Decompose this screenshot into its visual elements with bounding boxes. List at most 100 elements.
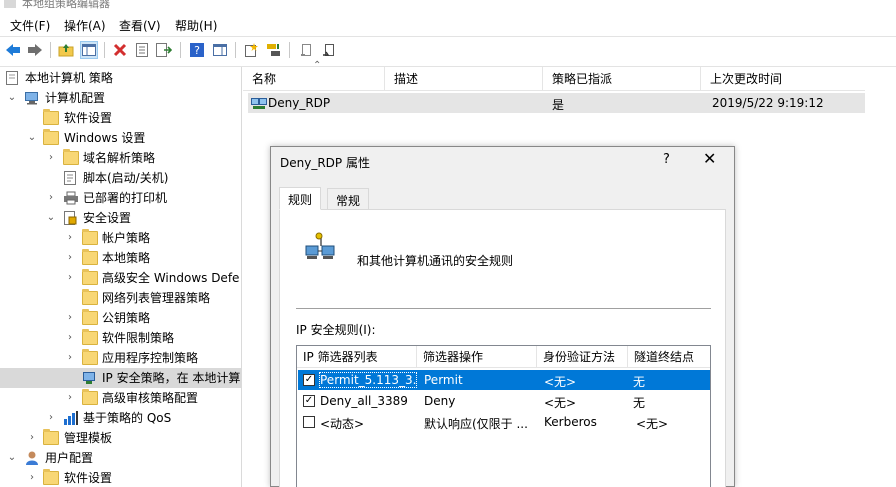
ip-rules-table[interactable]: IP 筛选器列表 筛选器操作 身份验证方法 隧道终结点 ✓ Permit_5.1… bbox=[296, 345, 711, 487]
tree-item-public-key[interactable]: › 公钥策略 bbox=[0, 308, 241, 328]
chevron-down-icon[interactable]: ⌄ bbox=[46, 212, 56, 224]
tree-item-local-policies[interactable]: › 本地策略 bbox=[0, 248, 241, 268]
manage-filters-icon[interactable] bbox=[320, 41, 338, 59]
chevron-down-icon[interactable]: ⌄ bbox=[27, 132, 37, 144]
policy-document-icon bbox=[5, 71, 21, 85]
column-description[interactable]: 描述 bbox=[385, 67, 543, 91]
chevron-right-icon[interactable]: › bbox=[27, 472, 37, 484]
menu-bar: 文件(F) 操作(A) 查看(V) 帮助(H) bbox=[0, 12, 896, 36]
rule-filter-list: Deny_all_3389 bbox=[320, 394, 408, 408]
chevron-right-icon[interactable]: › bbox=[65, 252, 75, 264]
tree-item-app-control[interactable]: › 应用程序控制策略 bbox=[0, 348, 241, 368]
tree-item-user-config[interactable]: ⌄ 用户配置 bbox=[0, 448, 241, 468]
show-hide-action-pane-icon[interactable] bbox=[211, 41, 229, 59]
properties-icon[interactable] bbox=[133, 41, 151, 59]
chevron-down-icon[interactable]: ⌄ bbox=[7, 92, 17, 104]
menu-help[interactable]: 帮助(H) bbox=[175, 17, 217, 34]
tree-item-printers[interactable]: › 已部署的打印机 bbox=[0, 188, 241, 208]
tree-item-admin-templates[interactable]: › 管理模板 bbox=[0, 428, 241, 448]
policy-name: Deny_RDP bbox=[268, 96, 331, 110]
rule-filter-action: 默认响应(仅限于 ... bbox=[424, 417, 528, 431]
chevron-right-icon[interactable]: › bbox=[46, 412, 56, 424]
list-item[interactable]: Deny_RDP 是 2019/5/22 9:19:12 bbox=[248, 93, 865, 113]
ipsec-policy-icon bbox=[251, 96, 267, 113]
chevron-right-icon[interactable]: › bbox=[65, 272, 75, 284]
tree-item-windows-settings[interactable]: ⌄ Windows 设置 bbox=[0, 128, 241, 148]
help-button[interactable]: ? bbox=[663, 152, 670, 167]
tree-item-windows-firewall-advanced[interactable]: › 高级安全 Windows Defe bbox=[0, 268, 241, 288]
tree-label: 计算机配置 bbox=[45, 91, 106, 105]
tree-item-account-policies[interactable]: › 帐户策略 bbox=[0, 228, 241, 248]
assign-icon[interactable] bbox=[265, 41, 283, 59]
folder-icon bbox=[82, 309, 98, 325]
chevron-right-icon[interactable]: › bbox=[65, 392, 75, 404]
new-policy-icon[interactable] bbox=[242, 41, 260, 59]
export-list-icon[interactable] bbox=[155, 41, 173, 59]
column-tunnel-endpoint[interactable]: 隧道终结点 bbox=[628, 346, 710, 368]
rule-row[interactable]: ✓ Permit_5.113_3... Permit <无> 无 bbox=[298, 370, 710, 390]
tree-label: 已部署的打印机 bbox=[83, 191, 168, 205]
menu-view[interactable]: 查看(V) bbox=[119, 17, 161, 34]
rule-row[interactable]: <动态> 默认响应(仅限于 ... Kerberos <无> bbox=[298, 412, 710, 432]
menu-action[interactable]: 操作(A) bbox=[64, 17, 106, 34]
tree-item-software-restriction[interactable]: › 软件限制策略 bbox=[0, 328, 241, 348]
rule-row[interactable]: ✓ Deny_all_3389 Deny <无> 无 bbox=[298, 391, 710, 411]
tree-item-software-settings[interactable]: 软件设置 bbox=[0, 108, 241, 128]
menu-file[interactable]: 文件(F) bbox=[10, 17, 50, 34]
tree-item-ipsec[interactable]: IP 安全策略，在 本地计算 bbox=[0, 368, 241, 388]
folder-icon bbox=[43, 129, 59, 145]
delete-icon[interactable] bbox=[111, 41, 129, 59]
show-hide-tree-icon[interactable] bbox=[80, 41, 98, 59]
divider bbox=[296, 308, 711, 309]
tree-item-network-list[interactable]: 网络列表管理器策略 bbox=[0, 288, 241, 308]
back-icon[interactable] bbox=[4, 41, 22, 59]
rule-checkbox[interactable] bbox=[303, 416, 315, 428]
console-tree[interactable]: 本地计算机 策略 ⌄ 计算机配置 软件设置 ⌄ Windows 设置 › 域名解… bbox=[0, 67, 242, 487]
chevron-down-icon[interactable]: ⌄ bbox=[7, 452, 17, 464]
column-modified[interactable]: 上次更改时间 bbox=[701, 67, 865, 91]
tab-general[interactable]: 常规 bbox=[327, 188, 370, 210]
chevron-right-icon[interactable]: › bbox=[27, 432, 37, 444]
tree-label: 基于策略的 QoS bbox=[83, 411, 172, 425]
tree-item-dns-policy[interactable]: › 域名解析策略 bbox=[0, 148, 241, 168]
dialog-title: Deny_RDP 属性 bbox=[280, 156, 370, 170]
chevron-right-icon[interactable]: › bbox=[46, 152, 56, 164]
column-filter-list[interactable]: IP 筛选器列表 bbox=[297, 346, 417, 368]
help-icon[interactable]: ? bbox=[188, 41, 206, 59]
column-filter-action[interactable]: 筛选器操作 bbox=[417, 346, 537, 368]
tab-rules[interactable]: 规则 bbox=[279, 187, 322, 210]
properties-dialog: Deny_RDP 属性 ? ✕ 规则 常规 和其他计算机通讯的安全规则 IP 安… bbox=[270, 146, 735, 487]
rule-checkbox[interactable]: ✓ bbox=[303, 374, 315, 386]
dialog-description: 和其他计算机通讯的安全规则 bbox=[357, 254, 514, 268]
unassign-icon[interactable] bbox=[297, 41, 315, 59]
rules-tab-panel: 和其他计算机通讯的安全规则 IP 安全规则(I): IP 筛选器列表 筛选器操作… bbox=[279, 209, 726, 487]
tree-item-computer-config[interactable]: ⌄ 计算机配置 bbox=[0, 88, 241, 108]
tree-label: 软件限制策略 bbox=[102, 331, 175, 345]
rule-checkbox[interactable]: ✓ bbox=[303, 395, 315, 407]
tree-item-advanced-audit[interactable]: › 高级审核策略配置 bbox=[0, 388, 241, 408]
tree-item-user-software-settings[interactable]: › 软件设置 bbox=[0, 468, 241, 487]
tree-item-qos[interactable]: › 基于策略的 QoS bbox=[0, 408, 241, 428]
chevron-right-icon[interactable]: › bbox=[65, 352, 75, 364]
column-assigned[interactable]: 策略已指派 bbox=[543, 67, 701, 91]
script-icon bbox=[63, 171, 79, 185]
forward-icon[interactable] bbox=[26, 41, 44, 59]
column-auth-method[interactable]: 身份验证方法 bbox=[537, 346, 628, 368]
rule-auth-method: Kerberos bbox=[544, 415, 597, 429]
app-icon bbox=[4, 0, 16, 8]
tree-item-scripts[interactable]: 脚本(启动/关机) bbox=[0, 168, 241, 188]
tree-label: 公钥策略 bbox=[102, 311, 151, 325]
close-icon[interactable]: ✕ bbox=[703, 149, 716, 168]
rule-filter-action: Deny bbox=[424, 394, 456, 408]
up-folder-icon[interactable] bbox=[57, 41, 75, 59]
tree-item-security-settings[interactable]: ⌄ 安全设置 bbox=[0, 208, 241, 228]
column-name[interactable]: 名称 bbox=[243, 67, 385, 91]
tree-item-root[interactable]: 本地计算机 策略 bbox=[0, 68, 241, 88]
chevron-right-icon[interactable]: › bbox=[65, 232, 75, 244]
chevron-right-icon[interactable]: › bbox=[65, 332, 75, 344]
rule-tunnel-endpoint: 无 bbox=[633, 375, 646, 389]
chevron-right-icon[interactable]: › bbox=[46, 192, 56, 204]
chevron-right-icon[interactable]: › bbox=[65, 312, 75, 324]
security-settings-icon bbox=[63, 211, 79, 225]
tree-label: 应用程序控制策略 bbox=[102, 351, 199, 365]
